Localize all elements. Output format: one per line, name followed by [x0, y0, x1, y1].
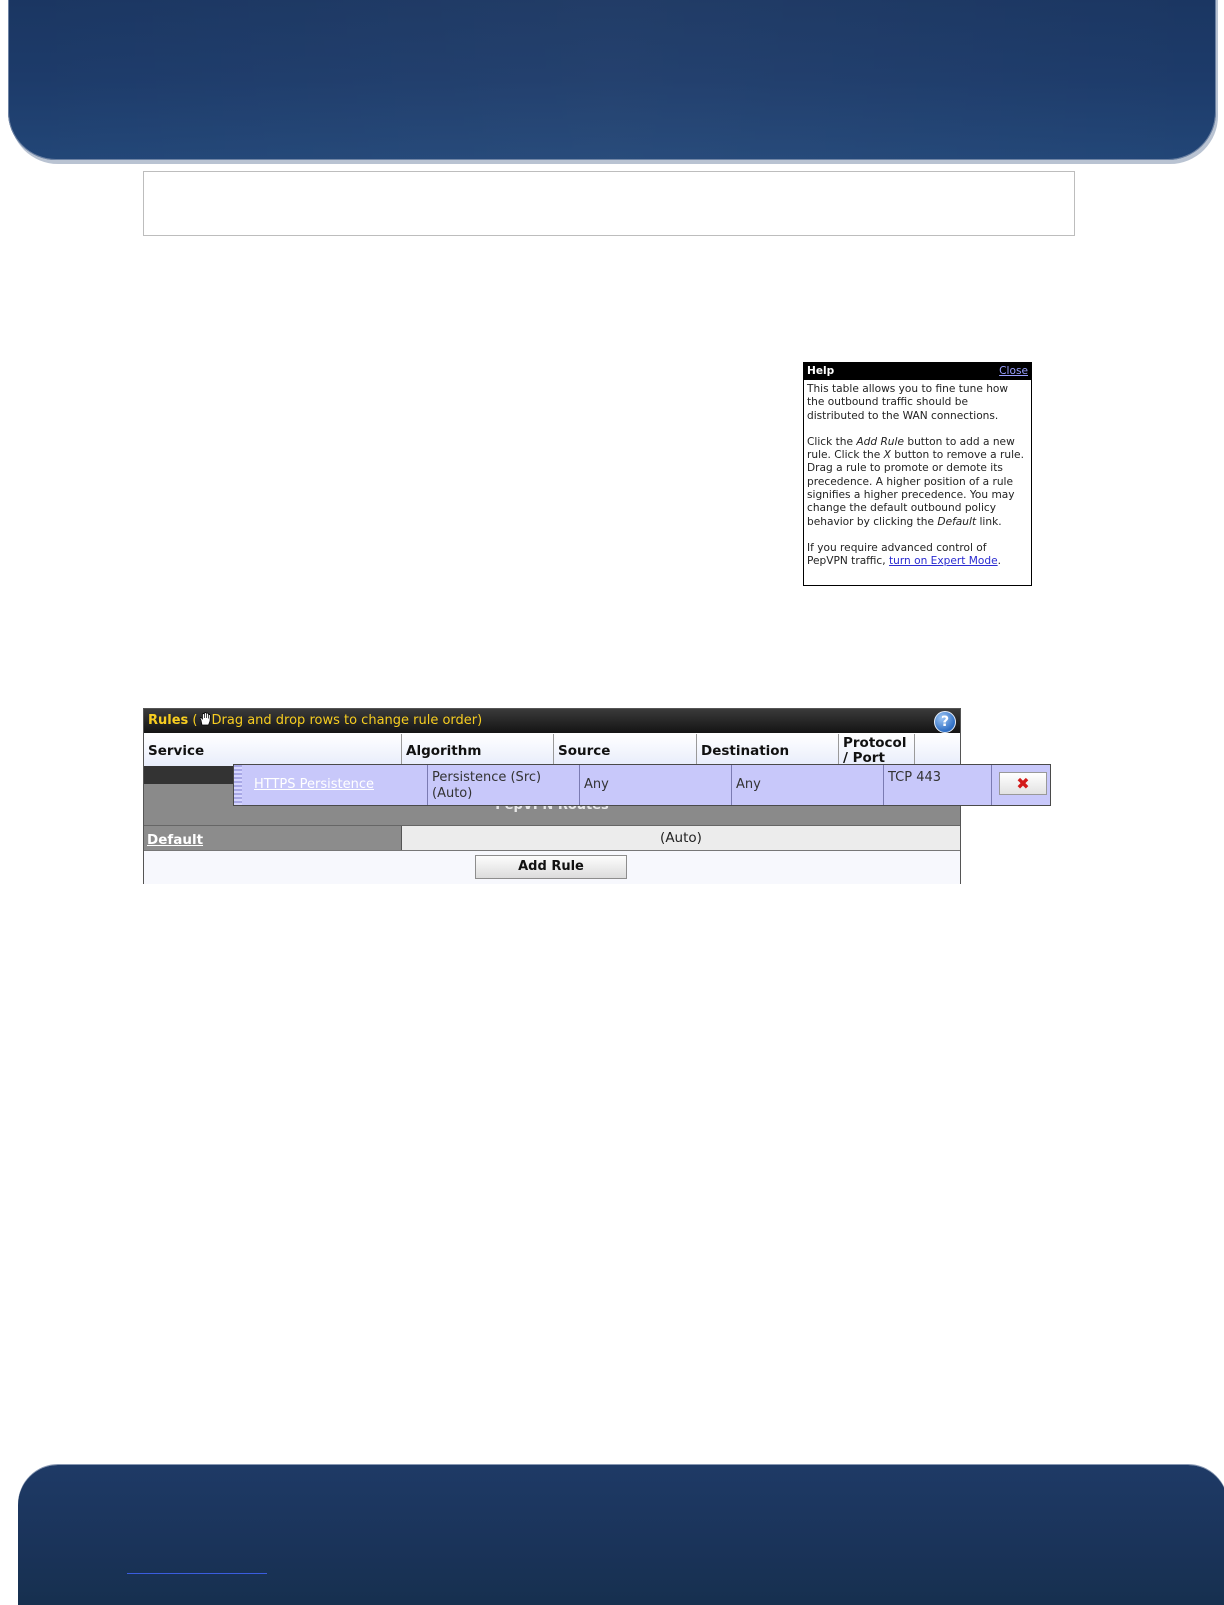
col-source: Source — [554, 734, 697, 766]
rule-protocol: TCP 443 — [884, 765, 992, 805]
help-text: Click the — [807, 435, 857, 448]
header-shade — [8, 0, 1216, 160]
col-destination: Destination — [697, 734, 839, 766]
footer-link-underline[interactable] — [127, 1573, 267, 1574]
help-title: Help — [807, 365, 835, 377]
help-header: Help Close — [804, 363, 1031, 380]
rules-title-paren: ( — [188, 713, 198, 728]
dragged-rule-row[interactable]: HTTPS Persistence Persistence (Src) (Aut… — [233, 764, 1051, 806]
default-link[interactable]: Default — [147, 832, 203, 848]
col-protocol: Protocol / Port — [839, 734, 915, 766]
help-em-default: Default — [937, 515, 977, 528]
rules-title: Rules — [148, 713, 189, 728]
add-rule-button[interactable]: Add Rule — [475, 855, 627, 879]
footer-banner — [18, 1465, 1224, 1605]
expert-mode-link[interactable]: turn on Expert Mode — [889, 555, 998, 567]
column-headers: Service Algorithm Source Destination Pro… — [144, 734, 960, 766]
help-paragraph-3: If you require advanced control of PepVP… — [807, 542, 1028, 569]
help-paragraph-1: This table allows you to fine tune how t… — [807, 383, 1009, 422]
help-em-add-rule: Add Rule — [856, 435, 904, 448]
default-value: (Auto) — [402, 826, 960, 851]
col-service: Service — [144, 734, 402, 766]
col-algorithm: Algorithm — [402, 734, 554, 766]
help-panel: Help Close This table allows you to fine… — [803, 362, 1032, 586]
rule-destination: Any — [732, 765, 884, 805]
help-text: link. — [976, 515, 1002, 528]
help-text: . — [997, 555, 1001, 568]
hand-drag-icon — [199, 712, 211, 726]
rule-service-cell: HTTPS Persistence — [242, 765, 428, 805]
question-circle-icon[interactable]: ? — [934, 711, 956, 733]
notice-box — [143, 171, 1075, 236]
rule-source: Any — [580, 765, 732, 805]
rules-title-bar: Rules ( Drag and drop rows to change rule… — [144, 709, 960, 733]
add-rule-row: Add Rule — [144, 850, 960, 884]
rule-service-link[interactable]: HTTPS Persistence — [254, 777, 374, 792]
default-cell: Default — [144, 826, 402, 851]
drag-hint: Drag and drop rows to change rule order) — [211, 713, 483, 728]
default-rule-row: Default (Auto) — [144, 825, 960, 851]
header-banner — [8, 0, 1216, 160]
help-em-x: X — [883, 449, 891, 462]
placeholder-strip — [144, 766, 234, 784]
help-body: This table allows you to fine tune how t… — [804, 380, 1031, 569]
help-paragraph-2: Click the Add Rule button to add a new r… — [807, 436, 1028, 529]
help-close-link[interactable]: Close — [999, 363, 1028, 380]
delete-rule-button[interactable]: ✖ — [999, 772, 1047, 795]
rule-algorithm: Persistence (Src) (Auto) — [428, 765, 580, 805]
drag-handle[interactable] — [234, 765, 242, 805]
red-x-icon: ✖ — [1016, 774, 1030, 793]
